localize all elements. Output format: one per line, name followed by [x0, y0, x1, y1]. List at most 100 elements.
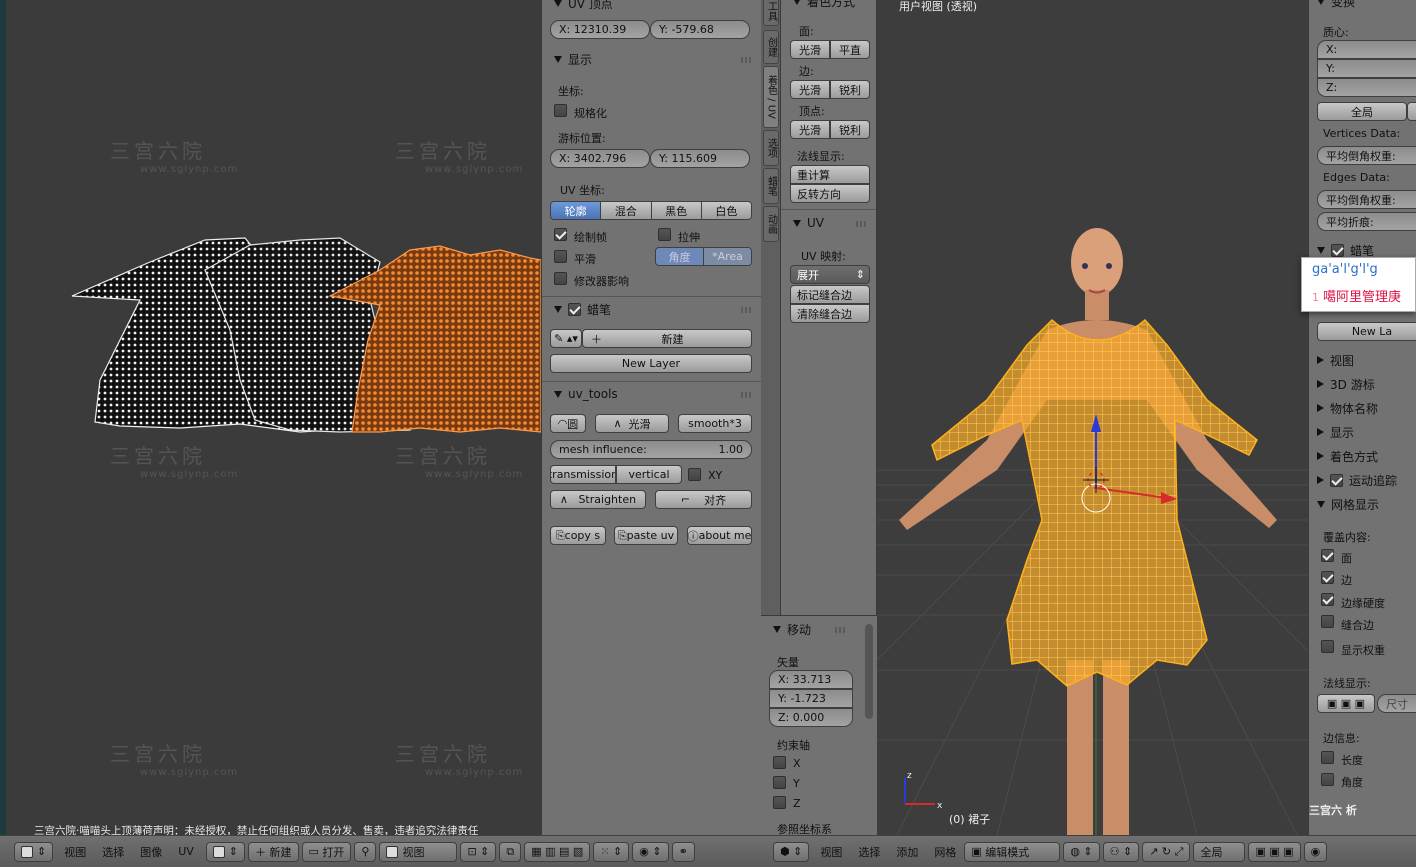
edge-draw-mode-selector[interactable]: 轮廓 混合 黑色 白色 — [550, 201, 752, 220]
menu-add[interactable]: 添加 — [888, 844, 926, 860]
pivot-dropdown[interactable]: ⊡ ⇕ — [460, 841, 497, 862]
proportional-edit-3d[interactable]: ◉ — [1303, 841, 1328, 862]
menu-image[interactable]: 图像 — [132, 844, 170, 860]
uv-vertex-header[interactable]: UV 顶点 — [542, 0, 761, 14]
drag-grip-icon[interactable] — [741, 392, 753, 398]
manipulator-buttons[interactable]: ↗ ↻ ⤢ — [1142, 841, 1191, 862]
draw-faces-checkbox[interactable] — [554, 228, 567, 241]
clear-seam-button[interactable]: 清除缝合边 — [790, 304, 870, 323]
uv-editor-canvas[interactable]: 三宫六院 www.sglynp.com 三宫六院 www.sglynp.com 三宫… — [0, 0, 541, 835]
align-button[interactable]: ⌐ 对齐 — [655, 490, 752, 509]
uv-islands[interactable] — [0, 0, 541, 835]
tab-tools[interactable]: 工具 — [763, 0, 779, 26]
layer-buttons[interactable]: ▣ ▣ ▣ — [1248, 841, 1301, 862]
menu-select-3d[interactable]: 选择 — [850, 844, 888, 860]
overlay-edges-checkbox[interactable] — [1321, 571, 1334, 584]
overlay-seams-checkbox[interactable] — [1321, 615, 1334, 628]
cursor-x-field[interactable]: X: 3402.796 — [550, 149, 650, 168]
median-y-field[interactable]: Y: — [1317, 59, 1416, 78]
overlay-weights-checkbox[interactable] — [1321, 640, 1334, 653]
drag-grip-icon[interactable] — [835, 627, 847, 633]
section-display[interactable]: 显示 — [1309, 421, 1416, 443]
stretch-angle[interactable]: 角度 — [656, 248, 704, 265]
modifier-edges-checkbox[interactable] — [554, 272, 567, 285]
crease-field[interactable]: 平均折痕: — [1317, 212, 1416, 231]
orientation-dropdown[interactable]: 全局 — [1193, 841, 1246, 862]
menu-mesh[interactable]: 网格 — [926, 844, 964, 860]
ime-popup[interactable]: ga'a'l'g'l'g 1 噶阿里管理庚 — [1301, 257, 1416, 312]
section-shading[interactable]: 着色方式 — [1309, 445, 1416, 467]
select-mode-buttons[interactable]: ▦ ▥ ▤ ▧ — [524, 841, 591, 862]
tab-create[interactable]: 创建 — [763, 30, 779, 64]
pivot-dropdown-3d[interactable]: ⚇ ⇕ — [1102, 841, 1140, 862]
move-z-field[interactable]: Z: 0.000 — [769, 708, 853, 727]
face-smooth-button[interactable]: 光滑 — [790, 40, 830, 59]
3d-viewport[interactable]: z x 用户视图 (透视) (0) 裙子 — [877, 0, 1308, 835]
drag-grip-icon[interactable] — [856, 221, 868, 227]
uv-tools-header[interactable]: uv_tools — [542, 383, 761, 405]
mode-dropdown[interactable]: ▣ 编辑模式 — [964, 841, 1061, 862]
uv-vertex-y-field[interactable]: Y: -579.68 — [650, 20, 750, 39]
edge-angle-checkbox[interactable] — [1321, 773, 1334, 786]
image-new-button[interactable]: ＋ 新建 — [248, 841, 299, 862]
snap-toggle[interactable]: ⚭ — [671, 841, 695, 862]
cursor-y-field[interactable]: Y: 115.609 — [650, 149, 750, 168]
shading-header[interactable]: 着色方式 — [781, 0, 876, 12]
recalc-normals-button[interactable]: 重计算 — [790, 165, 870, 184]
tab-grease-pencil[interactable]: 蜡笔 — [763, 168, 779, 204]
menu-select[interactable]: 选择 — [94, 844, 132, 860]
overlay-faces-checkbox[interactable] — [1321, 549, 1334, 562]
grease-pencil-checkbox[interactable] — [568, 302, 581, 316]
mode-dash[interactable]: 混合 — [601, 202, 652, 219]
transmission-button[interactable]: transmission — [550, 465, 616, 484]
vertex-smooth-button[interactable]: 光滑 — [790, 120, 830, 139]
mode-white[interactable]: 白色 — [701, 202, 751, 219]
uv-vertex-x-field[interactable]: X: 12310.39 — [550, 20, 650, 39]
mesh-influence-field[interactable]: mesh influence: 1.00 — [550, 440, 752, 459]
sync-selection-toggle[interactable]: ⧉ — [499, 841, 522, 862]
copy-button[interactable]: ⎘ copy s — [550, 526, 606, 545]
motion-tracking-checkbox[interactable] — [1330, 473, 1343, 487]
view-mode-dropdown[interactable]: 视图 — [379, 841, 458, 862]
median-x-field[interactable]: X: — [1317, 40, 1416, 59]
grease-pencil-3d-checkbox[interactable] — [1331, 243, 1344, 257]
transform-header[interactable]: 变换 — [1309, 0, 1416, 12]
flip-normals-button[interactable]: 反转方向 — [790, 184, 870, 203]
paste-uv-button[interactable]: ⎘ paste uv — [614, 526, 678, 545]
new-layer-button[interactable]: New Layer — [550, 354, 752, 373]
edge-bevel-weight-field[interactable]: 平均倒角权重: — [1317, 190, 1416, 209]
proportional-edit-dropdown[interactable]: ◉ ⇕ — [632, 841, 669, 862]
move-header[interactable]: 移动 — [761, 618, 877, 640]
new-layer-button-3d[interactable]: New La — [1317, 322, 1416, 341]
smooth3-button[interactable]: smooth*3 — [678, 414, 752, 433]
menu-view[interactable]: 视图 — [56, 844, 94, 860]
menu-uv[interactable]: UV — [170, 845, 202, 858]
section-motion-tracking[interactable]: 运动追踪 — [1309, 469, 1416, 491]
grease-pencil-header[interactable]: 蜡笔 — [542, 298, 761, 320]
vertex-bevel-weight-field[interactable]: 平均倒角权重: — [1317, 146, 1416, 165]
edge-smooth-button[interactable]: 光滑 — [790, 80, 830, 99]
normals-type-buttons[interactable]: ▣ ▣ ▣ — [1317, 694, 1375, 713]
mode-outline[interactable]: 轮廓 — [551, 202, 602, 219]
normalized-checkbox[interactable] — [554, 104, 567, 117]
mode-black[interactable]: 黑色 — [651, 202, 702, 219]
circle-button[interactable]: ◠ 圆 — [550, 414, 586, 433]
constraint-y-checkbox[interactable] — [773, 776, 786, 789]
constraint-z-checkbox[interactable] — [773, 796, 786, 809]
drag-grip-icon[interactable] — [741, 307, 753, 313]
stretch-checkbox[interactable] — [658, 228, 671, 241]
scrollbar[interactable] — [865, 624, 873, 719]
face-flat-button[interactable]: 平直 — [830, 40, 870, 59]
drag-grip-icon[interactable] — [741, 57, 753, 63]
section-mesh-display[interactable]: 网格显示 — [1309, 493, 1416, 515]
ime-candidate[interactable]: 1 噶阿里管理庚 — [1312, 286, 1401, 305]
smooth-checkbox[interactable] — [554, 250, 567, 263]
editor-type-menu[interactable]: ⇕ — [14, 841, 54, 862]
mark-seam-button[interactable]: 标记缝合边 — [790, 285, 870, 304]
vertex-sharp-button[interactable]: 锐利 — [830, 120, 870, 139]
move-y-field[interactable]: Y: -1.723 — [769, 689, 853, 708]
grease-new-button[interactable]: ＋新建 — [582, 329, 752, 348]
editor-type-menu-3d[interactable]: ⬢ ⇕ — [773, 841, 810, 862]
tab-options[interactable]: 选项 — [763, 130, 779, 166]
stretch-area[interactable]: *Area — [704, 248, 751, 265]
